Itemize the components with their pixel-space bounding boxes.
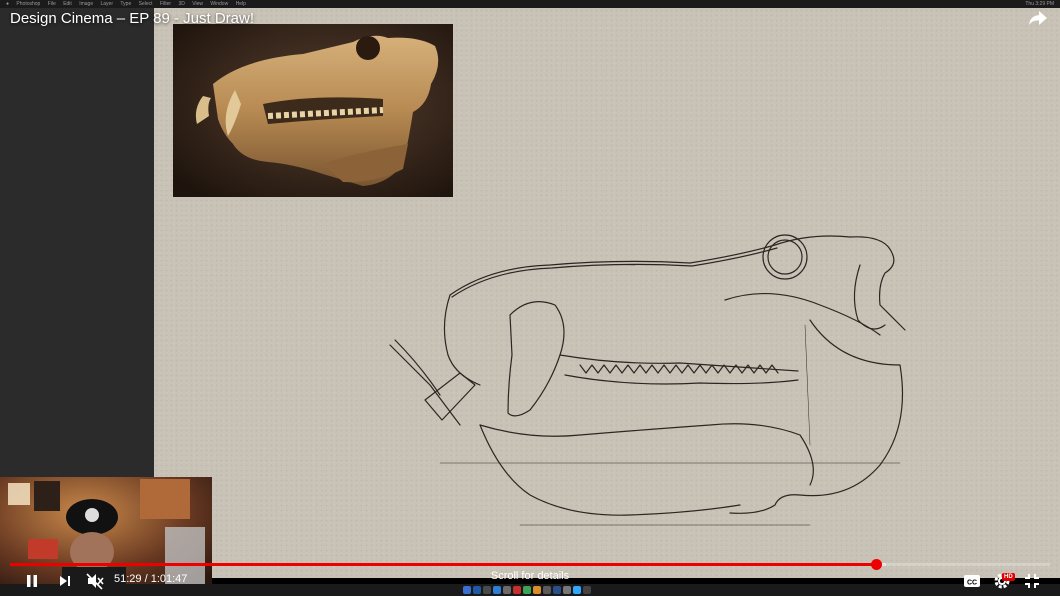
share-button[interactable] [1028, 10, 1048, 26]
photoshop-left-panel [0, 8, 154, 478]
menubar-item: Image [79, 1, 94, 7]
pause-icon [27, 575, 37, 587]
time-current: 51:29 [114, 573, 142, 585]
dock-app-icon [533, 586, 541, 594]
exit-fullscreen-button[interactable] [1024, 573, 1040, 589]
menubar-item: View [192, 1, 203, 7]
time-display: 51:29 / 1:01:47 [114, 573, 187, 585]
dock-app-icon [543, 586, 551, 594]
reference-photo [173, 24, 453, 197]
menubar-item: Layer [100, 1, 114, 7]
dock-app-icon [553, 586, 561, 594]
progress-played [10, 563, 877, 566]
next-icon [60, 576, 70, 586]
skull-photo-image [173, 24, 453, 197]
video-player[interactable]: ● Photoshop File Edit Image Layer Type S… [0, 0, 1060, 596]
scroll-for-details[interactable]: Scroll for details [480, 570, 580, 582]
pause-button[interactable] [24, 573, 40, 589]
menubar-item: 3D [178, 1, 185, 7]
dock-app-icon [483, 586, 491, 594]
svg-text:CC: CC [967, 580, 977, 587]
menubar-item: File [47, 1, 56, 7]
mac-menubar: ● Photoshop File Edit Image Layer Type S… [0, 0, 1060, 8]
apple-icon: ● [6, 1, 10, 7]
dock-app-icon [463, 586, 471, 594]
next-button[interactable] [58, 574, 72, 588]
mute-button[interactable] [86, 572, 104, 590]
menubar-item: Select [138, 1, 153, 7]
menubar-app-name: Photoshop [16, 1, 41, 7]
dock-app-icon [473, 586, 481, 594]
captions-icon: CC [964, 575, 980, 587]
volume-muted-icon [86, 573, 104, 590]
menubar-item: Edit [63, 1, 72, 7]
dock [463, 585, 597, 595]
dock-app-icon [493, 586, 501, 594]
time-total: 1:01:47 [150, 573, 188, 585]
time-separator: / [141, 573, 151, 585]
skull-sketch-drawing [389, 234, 906, 526]
dock-app-icon [523, 586, 531, 594]
menubar-item: Help [235, 1, 246, 7]
progress-bar[interactable] [10, 559, 1050, 570]
video-title: Design Cinema – EP 89 - Just Draw! [10, 10, 254, 27]
dock-app-icon [573, 586, 581, 594]
settings-button[interactable]: HD [993, 572, 1015, 590]
dock-app-icon [583, 586, 591, 594]
menubar-item: Type [120, 1, 132, 7]
menubar-item: Window [210, 1, 229, 7]
dock-app-icon [503, 586, 511, 594]
captions-button[interactable]: CC [963, 574, 981, 588]
menubar-item: Filter [159, 1, 172, 7]
dock-app-icon [563, 586, 571, 594]
exit-fullscreen-icon [1025, 574, 1039, 588]
dock-app-icon [513, 586, 521, 594]
share-icon [1029, 11, 1047, 25]
hd-badge: HD [1002, 573, 1015, 581]
menubar-clock: Thu 3:29 PM [1025, 1, 1054, 7]
